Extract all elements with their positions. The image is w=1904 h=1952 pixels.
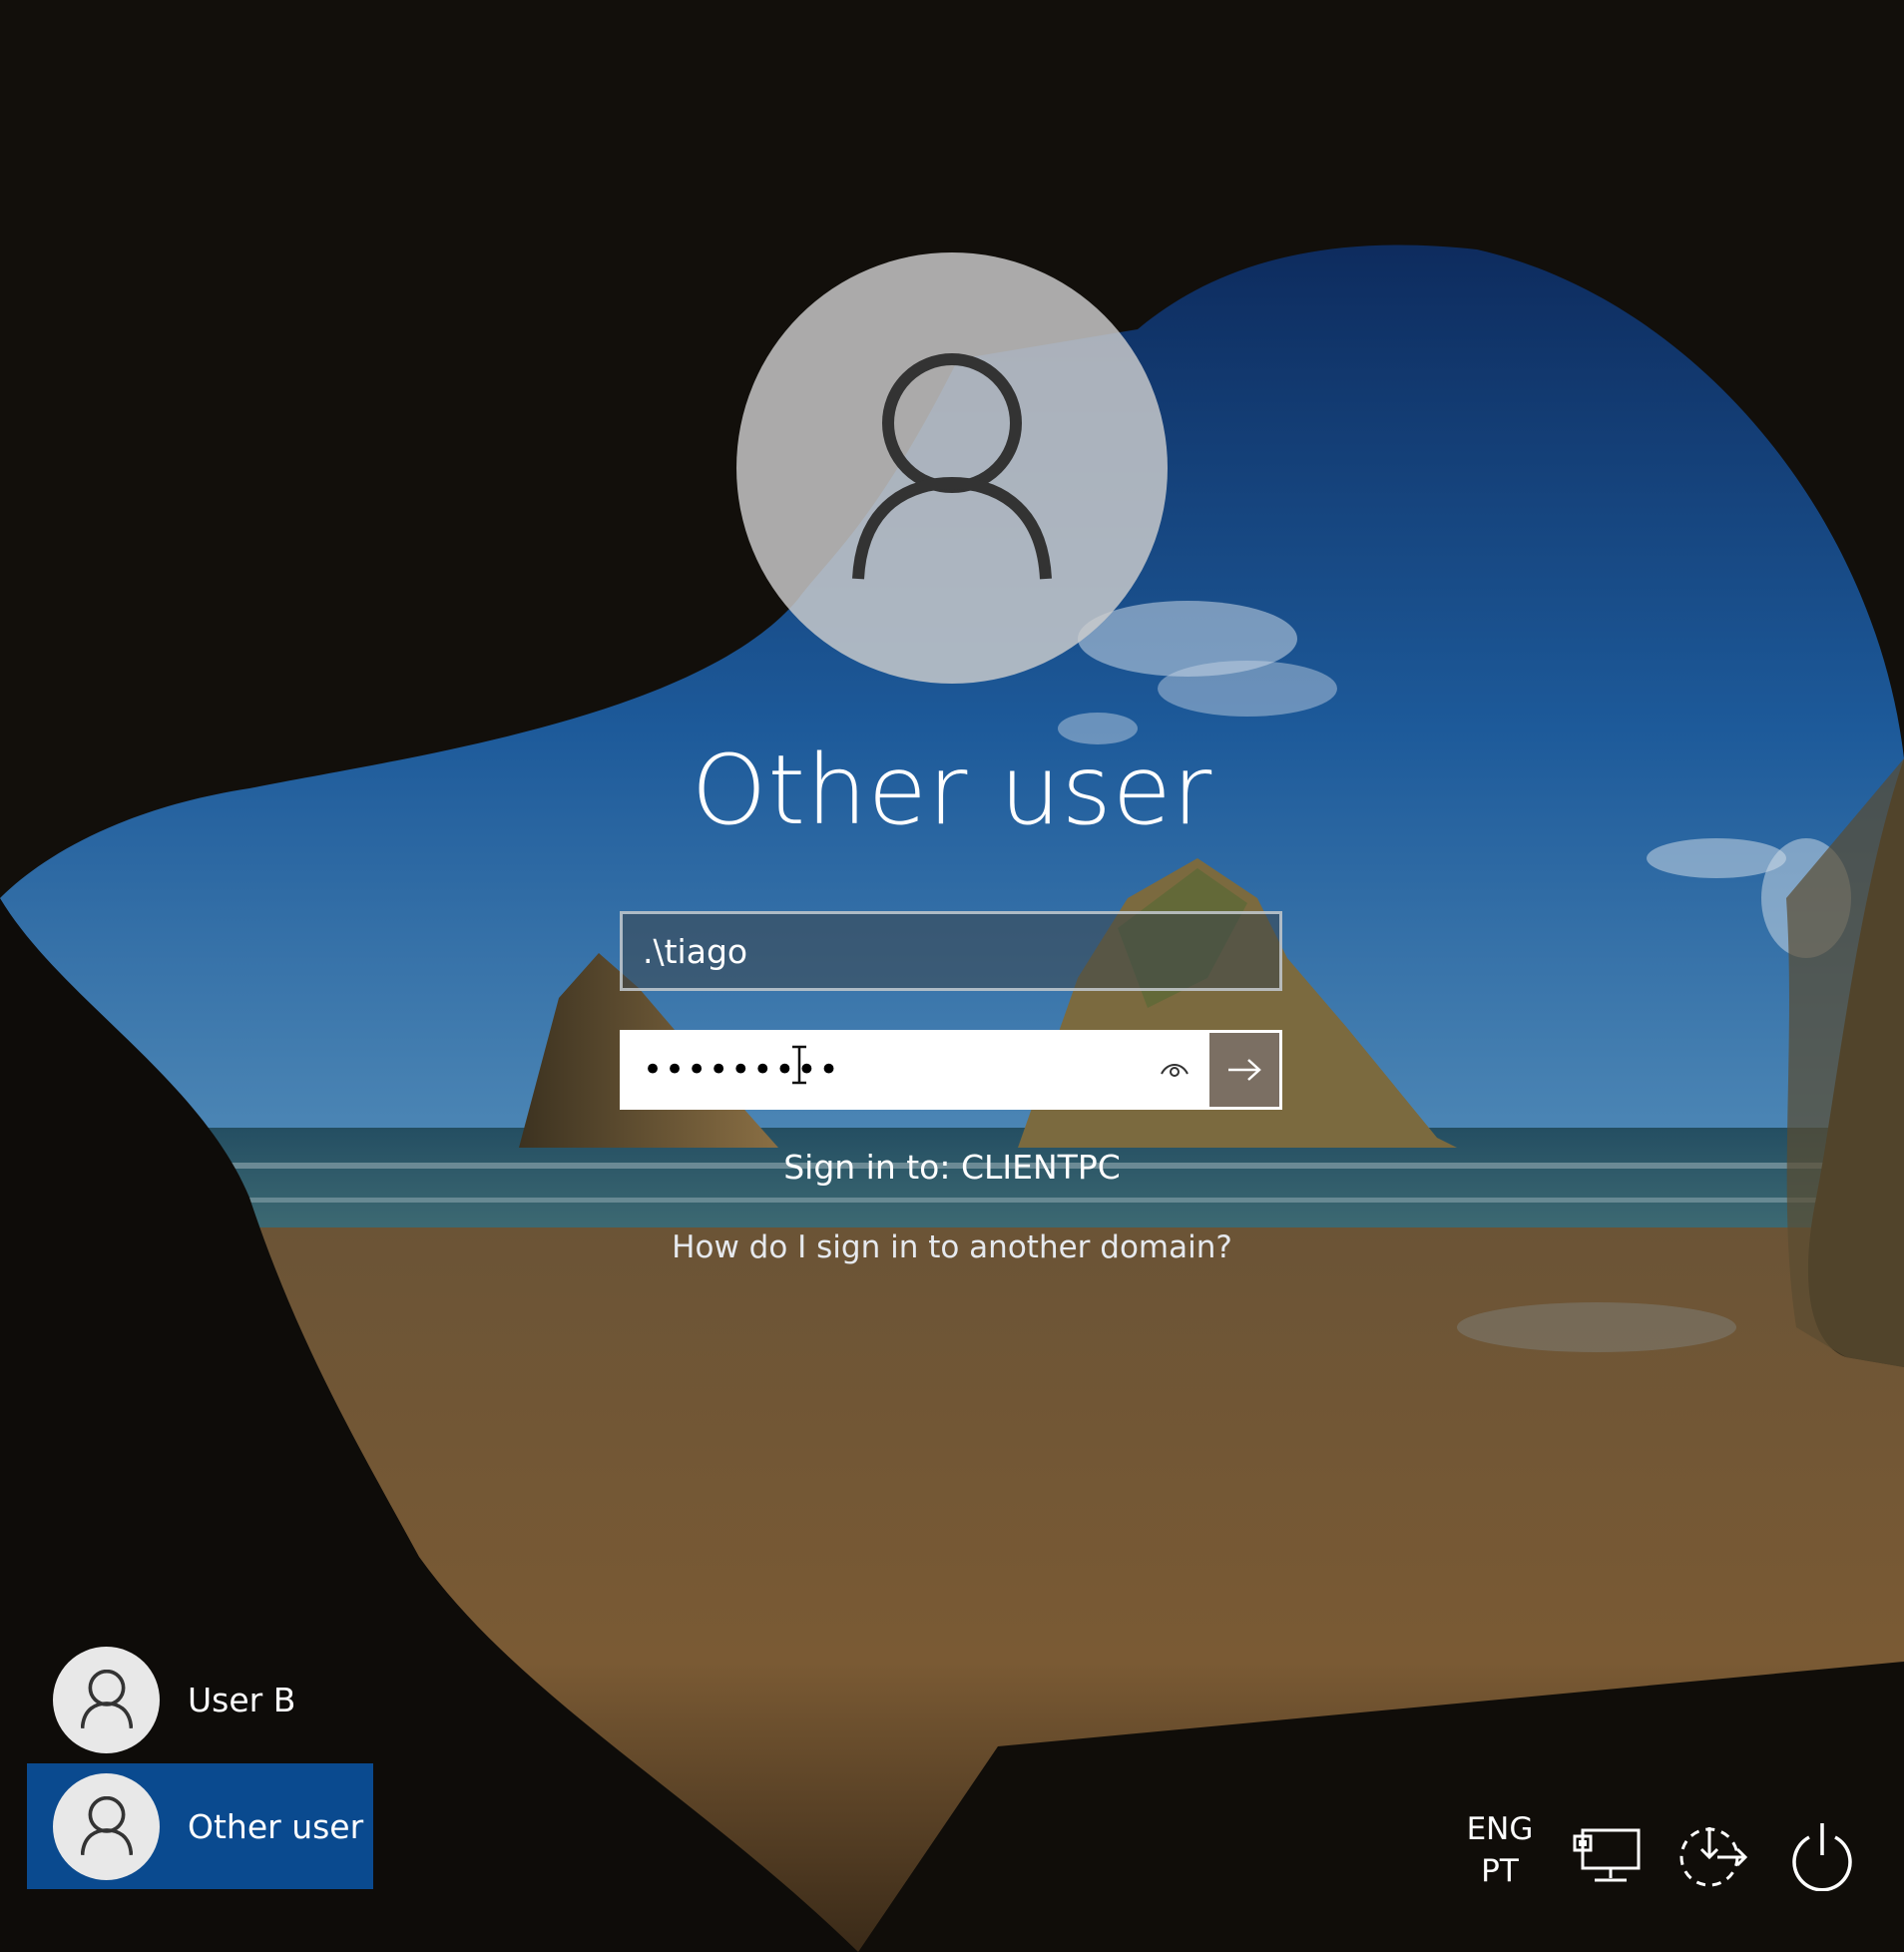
user-tile-user-b[interactable]: User B xyxy=(27,1637,373,1762)
user-avatar xyxy=(736,252,1168,684)
network-icon xyxy=(1573,1828,1641,1882)
username-value: .\tiago xyxy=(643,931,748,971)
page-title: Other user xyxy=(691,734,1213,846)
network-button[interactable] xyxy=(1568,1816,1648,1896)
eye-icon xyxy=(1161,1064,1189,1077)
input-language-switcher[interactable]: ENG PT xyxy=(1452,1808,1548,1892)
lang-secondary: PT xyxy=(1481,1853,1519,1889)
text-cursor-icon xyxy=(792,1045,806,1085)
submit-button[interactable] xyxy=(1209,1033,1279,1107)
avatar xyxy=(53,1646,160,1753)
lang-primary: ENG xyxy=(1466,1811,1534,1847)
arrow-right-icon xyxy=(1228,1059,1261,1081)
password-masked-value: ••••••••• xyxy=(643,1050,841,1090)
power-icon xyxy=(1792,1823,1852,1891)
user-icon xyxy=(80,1670,133,1729)
user-icon xyxy=(80,1796,133,1856)
reveal-password-button[interactable] xyxy=(1140,1033,1209,1107)
user-tile-label: Other user xyxy=(188,1806,364,1846)
username-field[interactable]: .\tiago xyxy=(620,911,1282,991)
avatar xyxy=(53,1772,160,1880)
power-button[interactable] xyxy=(1782,1816,1862,1896)
user-icon xyxy=(852,353,1052,580)
another-domain-link[interactable]: How do I sign in to another domain? xyxy=(553,1229,1351,1265)
user-tile-label: User B xyxy=(188,1680,296,1719)
password-input[interactable]: ••••••••• xyxy=(623,1033,1140,1107)
user-tile-other-user[interactable]: Other user xyxy=(27,1763,373,1889)
ease-of-access-icon xyxy=(1679,1827,1748,1887)
sign-in-to-label: Sign in to: CLIENTPC xyxy=(783,1148,1121,1187)
password-field-container: ••••••••• xyxy=(620,1030,1282,1110)
ease-of-access-button[interactable] xyxy=(1673,1816,1753,1896)
